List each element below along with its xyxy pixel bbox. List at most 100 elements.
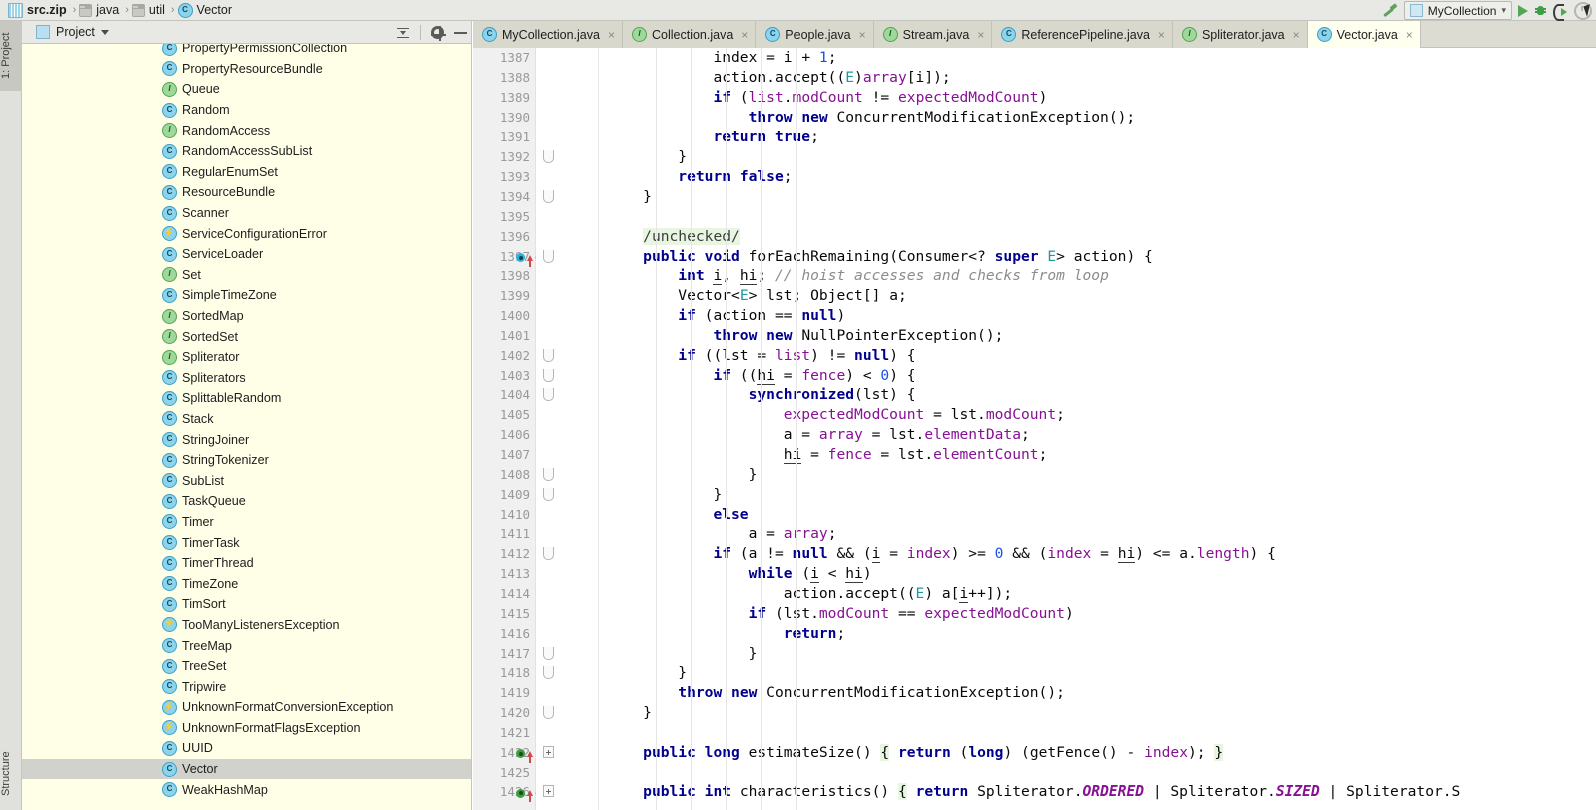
tree-item-simpletimezone[interactable]: C SimpleTimeZone — [22, 285, 471, 306]
tree-item-spliterator[interactable]: I Spliterator — [22, 347, 471, 368]
code-fold-marker[interactable] — [543, 547, 554, 561]
close-icon[interactable]: × — [1293, 28, 1300, 42]
code-fold-marker[interactable] — [543, 706, 554, 720]
tree-item-stack[interactable]: C Stack — [22, 409, 471, 430]
tree-item-label: TimeZone — [182, 576, 239, 591]
tree-item-toomanylistenersexception[interactable]: ⚡ TooManyListenersException — [22, 615, 471, 636]
project-panel-title-group[interactable]: Project — [22, 25, 109, 39]
code-fold-marker[interactable] — [543, 467, 554, 481]
tree-item-unknownformatflagsexception[interactable]: ⚡ UnknownFormatFlagsException — [22, 718, 471, 739]
code-fold-marker[interactable] — [543, 150, 554, 164]
editor-tab-people-java[interactable]: C People.java × — [756, 21, 874, 48]
code-fold-marker[interactable] — [543, 189, 554, 203]
tree-item-tripwire[interactable]: C Tripwire — [22, 676, 471, 697]
overriding-arrow-icon[interactable] — [527, 750, 533, 763]
tree-item-randomaccesssublist[interactable]: C RandomAccessSubList — [22, 141, 471, 162]
tree-item-taskqueue[interactable]: C TaskQueue — [22, 491, 471, 512]
tree-item-vector[interactable]: C Vector — [22, 758, 471, 780]
project-tree-scroll[interactable]: C PropertyPermissionCollection C PropertyRe… — [22, 44, 471, 809]
chevron-down-icon[interactable] — [100, 29, 109, 35]
code-fold-marker[interactable] — [543, 666, 554, 680]
tree-item-serviceloader[interactable]: C ServiceLoader — [22, 244, 471, 265]
code-fold-marker[interactable] — [543, 646, 554, 660]
close-icon[interactable]: × — [608, 28, 615, 42]
run-with-coverage-icon[interactable] — [1553, 3, 1568, 21]
code-fold-marker[interactable] — [543, 348, 554, 362]
editor-tab-spliterator-java[interactable]: I Spliterator.java × — [1172, 21, 1308, 48]
editor-gutter[interactable]: 1387 1388 1389 1390 1391 1392 1393 1394 1395 1396… — [473, 48, 547, 810]
editor-tab-stream-java[interactable]: I Stream.java × — [873, 21, 993, 48]
tool-window-button-project[interactable]: 1: Project — [0, 21, 22, 91]
code-fold-marker[interactable] — [543, 487, 554, 501]
tree-item-splittablerandom[interactable]: C SplittableRandom — [22, 388, 471, 409]
tree-item-randomaccess[interactable]: I RandomAccess — [22, 120, 471, 141]
code-fold-marker[interactable] — [543, 785, 554, 798]
code-fold-marker[interactable] — [543, 368, 554, 382]
tree-item-stringjoiner[interactable]: C StringJoiner — [22, 429, 471, 450]
tree-item-sortedset[interactable]: I SortedSet — [22, 326, 471, 347]
code-fold-marker[interactable] — [543, 249, 554, 263]
breadcrumb-item-src-zip[interactable]: src.zip — [6, 0, 72, 21]
debug-icon[interactable] — [1534, 4, 1547, 17]
code-token: if — [678, 346, 696, 364]
class-icon: C — [162, 246, 177, 262]
tree-item-label: SplittableRandom — [182, 391, 282, 406]
close-icon[interactable]: × — [1406, 28, 1413, 42]
tool-window-button-structure[interactable]: Structure — [0, 738, 22, 810]
breadcrumb-item-util[interactable]: util — [130, 0, 170, 21]
build-icon[interactable] — [1380, 2, 1398, 20]
tree-item-spliterators[interactable]: C Spliterators — [22, 368, 471, 389]
overriding-arrow-icon[interactable] — [527, 790, 533, 803]
editor-tab-mycollection-java[interactable]: C MyCollection.java × — [473, 21, 623, 48]
tree-item-sortedmap[interactable]: I SortedMap — [22, 306, 471, 327]
implemented-method-icon[interactable] — [516, 788, 525, 798]
tree-item-timertask[interactable]: C TimerTask — [22, 532, 471, 553]
tree-item-sublist[interactable]: C SubList — [22, 470, 471, 491]
close-icon[interactable]: × — [977, 28, 984, 42]
tree-item-propertyresourcebundle[interactable]: C PropertyResourceBundle — [22, 59, 471, 80]
tree-item-treemap[interactable]: C TreeMap — [22, 635, 471, 656]
code-editor[interactable]: 1387 1388 1389 1390 1391 1392 1393 1394 1395 1396… — [473, 48, 1596, 810]
tree-item-queue[interactable]: I Queue — [22, 79, 471, 100]
tree-item-propertypermissioncollection[interactable]: C PropertyPermissionCollection — [22, 44, 471, 59]
tree-item-timerthread[interactable]: C TimerThread — [22, 553, 471, 574]
editor-fold-column[interactable] — [536, 48, 571, 810]
tree-item-timer[interactable]: C Timer — [22, 512, 471, 533]
implemented-method-icon[interactable] — [516, 749, 525, 759]
minimize-icon[interactable] — [454, 31, 467, 34]
code-text-area[interactable]: index = i + 1; action.accept((E)array[i]… — [598, 48, 1596, 810]
tree-item-serviceconfigurationerror[interactable]: ⚡ ServiceConfigurationError — [22, 223, 471, 244]
close-icon[interactable]: × — [859, 28, 866, 42]
tree-item-uuid[interactable]: C UUID — [22, 738, 471, 759]
overriding-arrow-icon[interactable] — [527, 254, 533, 267]
tree-item-random[interactable]: C Random — [22, 100, 471, 121]
tree-item-resourcebundle[interactable]: C ResourceBundle — [22, 182, 471, 203]
tree-item-stringtokenizer[interactable]: C StringTokenizer — [22, 450, 471, 471]
run-icon[interactable] — [1518, 4, 1528, 17]
code-fold-marker[interactable] — [543, 745, 554, 758]
collapse-all-icon[interactable] — [396, 26, 410, 40]
tree-item-weakhashmap[interactable]: C WeakHashMap — [22, 779, 471, 800]
code-fold-marker[interactable] — [543, 388, 554, 402]
tree-item-treeset[interactable]: C TreeSet — [22, 656, 471, 677]
gear-icon[interactable] — [430, 25, 446, 41]
close-icon[interactable]: × — [741, 28, 748, 42]
tree-item-set[interactable]: I Set — [22, 265, 471, 286]
breadcrumb-item-java[interactable]: java — [77, 0, 124, 21]
tree-item-scanner[interactable]: C Scanner — [22, 203, 471, 224]
indent-guide — [656, 48, 657, 810]
override-method-icon[interactable] — [516, 253, 525, 262]
close-icon[interactable]: × — [1158, 28, 1165, 42]
tree-item-unknownformatconversionexception[interactable]: ⚡ UnknownFormatConversionException — [22, 697, 471, 718]
editor-tab-collection-java[interactable]: I Collection.java × — [622, 21, 757, 48]
tree-item-regularenumset[interactable]: C RegularEnumSet — [22, 162, 471, 183]
run-configuration-selector[interactable]: MyCollection ▾ — [1403, 1, 1512, 20]
editor-tab-referencepipeline-java[interactable]: C ReferencePipeline.java × — [992, 21, 1173, 48]
editor-tab-vector-java[interactable]: C Vector.java × — [1307, 21, 1421, 48]
breadcrumb-item-vector[interactable]: C Vector — [176, 0, 237, 21]
tree-item-timsort[interactable]: C TimSort — [22, 594, 471, 615]
tree-item-timezone[interactable]: C TimeZone — [22, 573, 471, 594]
tree-item-label: Stack — [182, 411, 214, 426]
